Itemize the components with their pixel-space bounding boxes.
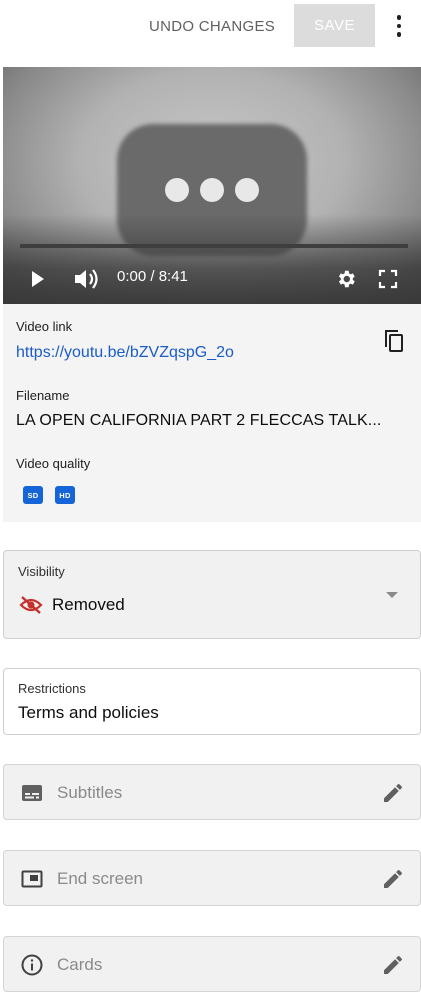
top-bar: UNDO CHANGES SAVE: [0, 0, 421, 52]
cards-label: Cards: [57, 955, 103, 974]
visibility-value: Removed: [52, 595, 125, 614]
undo-changes-button[interactable]: UNDO CHANGES: [138, 8, 286, 44]
visibility-off-icon: [19, 595, 43, 620]
cards-row[interactable]: Cards: [3, 936, 421, 992]
loading-dot: [235, 178, 259, 202]
loading-dot: [200, 178, 224, 202]
video-player[interactable]: 0:00 / 8:41: [3, 67, 421, 304]
sd-badge: SD: [23, 486, 43, 504]
end-screen-icon: [20, 867, 44, 891]
time-display: 0:00 / 8:41: [117, 268, 188, 285]
end-screen-label: End screen: [57, 869, 143, 888]
chevron-down-icon: [386, 592, 398, 598]
restrictions-field: Restrictions Terms and policies: [3, 668, 421, 735]
subtitles-row[interactable]: Subtitles: [3, 764, 421, 820]
restrictions-caption: Restrictions: [18, 681, 86, 696]
visibility-caption: Visibility: [18, 564, 65, 579]
end-screen-row[interactable]: End screen: [3, 850, 421, 906]
subtitles-label: Subtitles: [57, 783, 123, 802]
subtitles-icon: [20, 781, 44, 805]
player-controls-shade: [3, 214, 421, 304]
settings-icon[interactable]: [335, 267, 357, 291]
filename-value: LA OPEN CALIFORNIA PART 2 FLECCAS TALK..…: [16, 412, 382, 429]
hd-badge: HD: [55, 486, 75, 504]
copy-icon[interactable]: [381, 328, 405, 354]
video-info-panel: Video link https://youtu.be/bZVZqspG_2o …: [3, 304, 421, 522]
video-link[interactable]: https://youtu.be/bZVZqspG_2o: [16, 344, 234, 362]
pencil-icon[interactable]: [381, 953, 405, 977]
volume-icon[interactable]: [74, 267, 100, 291]
play-icon[interactable]: [30, 267, 46, 291]
progress-bar[interactable]: [20, 244, 408, 248]
pencil-icon[interactable]: [381, 867, 405, 891]
fullscreen-icon[interactable]: [378, 267, 398, 291]
save-button[interactable]: SAVE: [294, 4, 375, 47]
video-quality-label: Video quality: [16, 456, 91, 471]
more-vert-icon[interactable]: [388, 12, 410, 40]
restrictions-value: Terms and policies: [18, 703, 159, 722]
filename-label: Filename: [16, 388, 70, 403]
video-link-label: Video link: [16, 319, 73, 334]
info-icon: [20, 953, 44, 977]
pencil-icon[interactable]: [381, 781, 405, 805]
visibility-dropdown[interactable]: Visibility Removed: [3, 550, 421, 639]
loading-dot: [165, 178, 189, 202]
